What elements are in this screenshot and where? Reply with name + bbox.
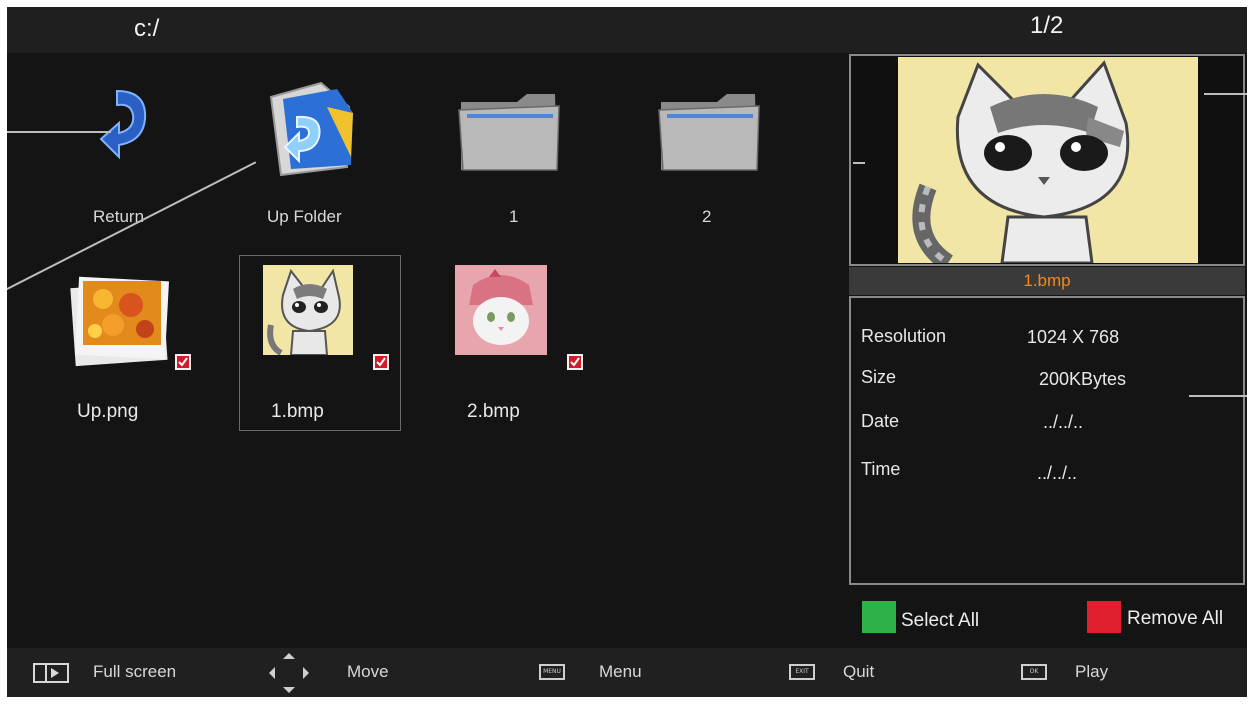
bmp-2-label: 2.bmp	[467, 401, 520, 422]
remove-all-label: Remove All	[1127, 608, 1224, 629]
up-png-item[interactable]: Up.png	[67, 265, 207, 425]
callout-line	[1189, 395, 1247, 397]
page-indicator: 1/2	[1030, 12, 1064, 39]
size-value: 200KBytes	[1039, 369, 1127, 389]
checked-checkbox[interactable]	[567, 354, 583, 370]
dpad-arrows-icon	[269, 653, 309, 693]
date-value: ../../..	[1043, 412, 1084, 432]
current-path: c:/	[134, 15, 160, 42]
photo-stack-icon	[70, 276, 169, 367]
bmp-1-label: 1.bmp	[271, 401, 324, 422]
up-png-label: Up.png	[77, 401, 139, 422]
header-bar: c:/ 1/2	[7, 7, 1247, 53]
file-info-panel: Resolution 1024 X 768 Size 200KBytes Dat…	[849, 296, 1245, 585]
checked-checkbox[interactable]	[175, 354, 191, 370]
callout-line	[853, 162, 865, 164]
return-item[interactable]: Return	[77, 77, 187, 237]
cat-thumbnail-pink	[455, 265, 547, 355]
bmp-1-item[interactable]: 1.bmp	[257, 265, 397, 425]
up-folder-icon	[269, 81, 353, 177]
return-arrow-icon	[99, 89, 147, 160]
full-screen-icon	[33, 663, 69, 683]
green-key-swatch	[862, 601, 896, 633]
full-screen-label: Full screen	[93, 662, 177, 681]
checked-checkbox[interactable]	[373, 354, 389, 370]
move-label: Move	[347, 662, 389, 681]
resolution-value: 1024 X 768	[1027, 327, 1120, 347]
date-label: Date	[861, 411, 900, 431]
media-browser-screen: c:/ 1/2 Return Up Folder 1 2 Up.png 1.bm…	[7, 7, 1247, 697]
callout-line	[1204, 93, 1247, 95]
menu-label: Menu	[599, 662, 642, 681]
preview-panel	[849, 54, 1245, 266]
preview-filename: 1.bmp	[849, 267, 1245, 295]
quit-label: Quit	[843, 662, 875, 681]
folder-2-label: 2	[702, 207, 712, 226]
preview-image	[898, 57, 1198, 263]
select-all-label: Select All	[901, 610, 980, 631]
size-label: Size	[861, 367, 897, 387]
time-value: ../../..	[1037, 463, 1078, 483]
red-key-swatch	[1087, 601, 1121, 633]
callout-line	[7, 131, 111, 133]
play-label: Play	[1075, 662, 1109, 681]
exit-key-icon: EXIT	[789, 664, 815, 680]
folder-2-item[interactable]: 2	[657, 87, 767, 237]
folder-1-item[interactable]: 1	[457, 87, 567, 237]
folder-icon	[458, 94, 560, 171]
resolution-label: Resolution	[861, 326, 947, 346]
up-folder-item[interactable]: Up Folder	[247, 77, 377, 237]
menu-key-icon: MENU	[539, 664, 565, 680]
time-label: Time	[861, 459, 901, 479]
cat-thumbnail	[263, 265, 353, 355]
folder-icon	[658, 94, 760, 171]
bmp-2-item[interactable]: 2.bmp	[455, 265, 595, 425]
ok-key-icon: OK	[1021, 664, 1047, 680]
folder-1-label: 1	[509, 207, 519, 226]
bottom-hint-bar: Full screen Move MENU Menu EXIT Quit OK …	[7, 648, 1247, 697]
up-folder-label: Up Folder	[267, 207, 342, 226]
